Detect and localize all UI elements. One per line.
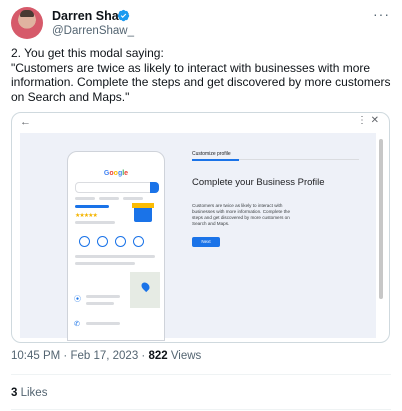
tweet-media[interactable]: ← ⋮ ✕ Google ★★★★★ ⦿ ✆ Customize profile… bbox=[11, 112, 390, 343]
placeholder-line bbox=[75, 197, 95, 200]
map-pin-icon bbox=[139, 280, 152, 293]
directions-icon bbox=[97, 236, 108, 247]
search-icon bbox=[150, 182, 159, 193]
map-thumbnail bbox=[130, 272, 160, 308]
share-icon bbox=[133, 236, 144, 247]
search-bar bbox=[75, 182, 159, 193]
likes-label: Likes bbox=[17, 387, 48, 399]
tweet-meta: 10:45 PM · Feb 17, 2023 · 822 Views bbox=[11, 350, 201, 362]
close-icon[interactable]: ✕ bbox=[371, 115, 379, 126]
location-pin-icon: ⦿ bbox=[74, 296, 81, 303]
placeholder-line bbox=[75, 255, 155, 258]
business-name-bar bbox=[75, 205, 109, 208]
call-icon bbox=[79, 236, 90, 247]
scrollbar[interactable] bbox=[379, 139, 383, 299]
placeholder-line bbox=[99, 197, 119, 200]
modal-heading: Complete your Business Profile bbox=[192, 177, 325, 188]
avatar[interactable] bbox=[11, 7, 43, 39]
placeholder-line bbox=[86, 322, 120, 325]
placeholder-line bbox=[75, 262, 135, 265]
tab-customize-profile[interactable]: Customize profile bbox=[192, 151, 231, 157]
back-arrow-icon[interactable]: ← bbox=[20, 116, 31, 128]
verified-badge-icon bbox=[117, 9, 130, 22]
likes-stat[interactable]: 3 Likes bbox=[11, 387, 47, 399]
modal-description: Customers are twice as likely to interac… bbox=[192, 203, 291, 226]
placeholder-line bbox=[86, 295, 120, 298]
tweet-line-2: "Customers are twice as likely to intera… bbox=[11, 60, 394, 104]
divider bbox=[11, 409, 391, 410]
save-icon bbox=[115, 236, 126, 247]
tweet-text: 2. You get this modal saying: "Customers… bbox=[11, 46, 391, 104]
profile-modal: Customize profile Complete your Business… bbox=[192, 139, 362, 299]
phone-illustration: Google ★★★★★ ⦿ ✆ bbox=[67, 151, 165, 341]
kebab-menu-icon[interactable]: ⋮ bbox=[357, 115, 367, 126]
tweet-line-1: 2. You get this modal saying: bbox=[11, 46, 164, 60]
placeholder-line bbox=[75, 221, 115, 224]
google-logo: Google bbox=[103, 170, 129, 177]
more-options-icon[interactable]: ··· bbox=[373, 6, 390, 22]
modal-topbar: ← ⋮ ✕ bbox=[12, 113, 389, 131]
divider bbox=[11, 374, 391, 375]
rating-stars: ★★★★★ bbox=[75, 213, 98, 219]
author-handle[interactable]: @DarrenShaw_ bbox=[52, 25, 134, 37]
timestamp[interactable]: 10:45 PM · Feb 17, 2023 · bbox=[11, 350, 148, 362]
next-button[interactable]: Next bbox=[192, 237, 220, 247]
tweet: Darren Shaw @DarrenShaw_ ··· 2. You get … bbox=[0, 0, 402, 411]
tab-underline bbox=[192, 159, 239, 161]
placeholder-line bbox=[123, 197, 143, 200]
tab-divider bbox=[239, 159, 359, 160]
placeholder-line bbox=[86, 302, 114, 305]
phone-icon: ✆ bbox=[74, 321, 80, 328]
views-count: 822 bbox=[148, 350, 168, 362]
views-label: Views bbox=[167, 350, 202, 362]
storefront-icon bbox=[132, 203, 154, 222]
